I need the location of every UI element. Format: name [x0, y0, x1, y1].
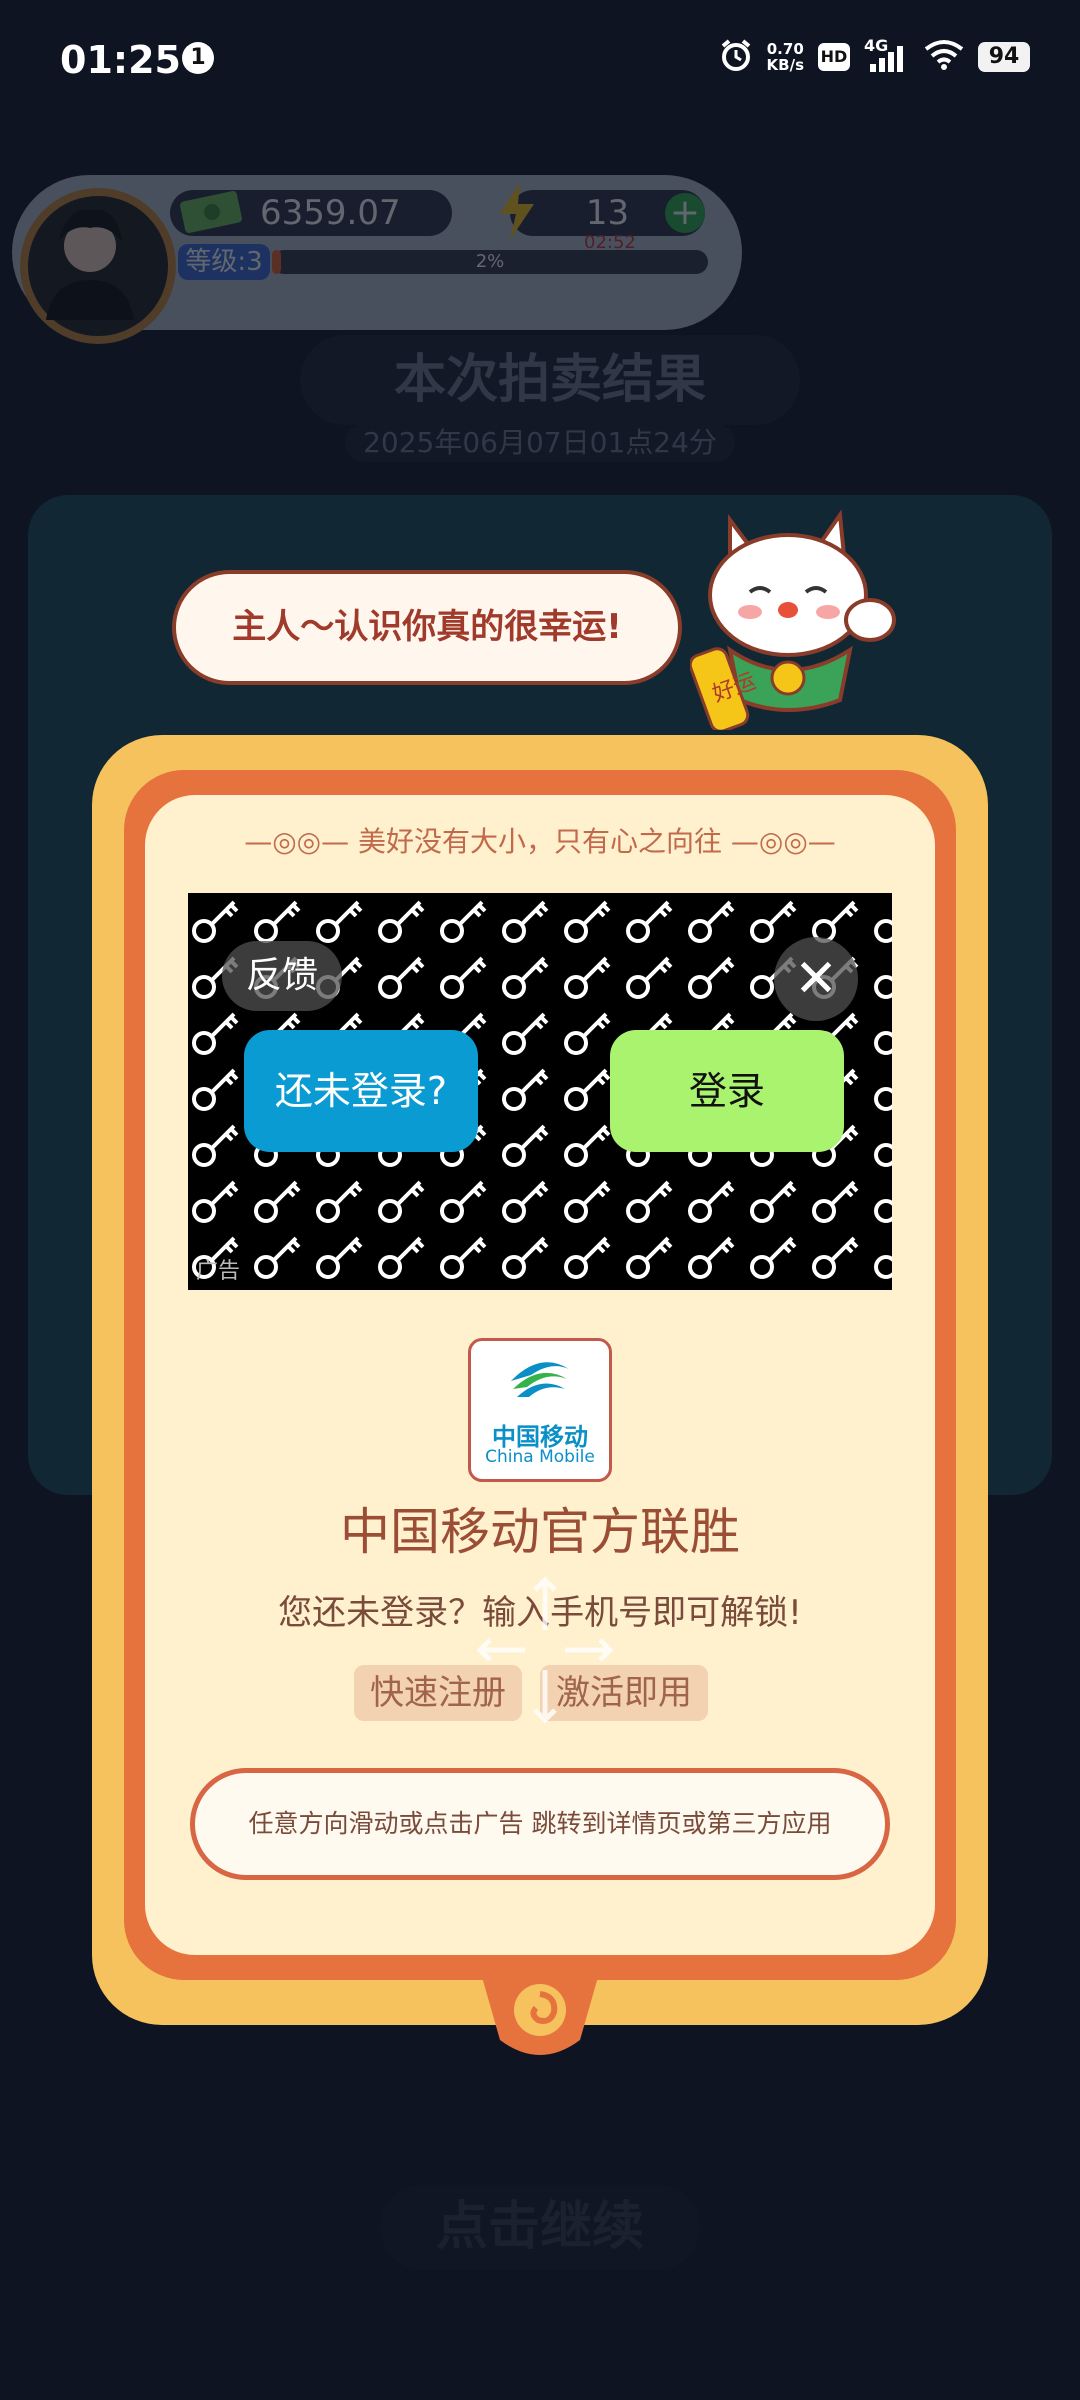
swipe-hint-icon [470, 1570, 620, 1734]
ad-banner[interactable]: 反馈 ✕ 还未登录? 登录 广告 [188, 893, 892, 1290]
cat-speech-bubble: 主人～认识你真的很幸运! [172, 570, 682, 685]
swirl-ornament-icon [480, 1960, 600, 2070]
china-mobile-logo: 中国移动 China Mobile [468, 1338, 612, 1482]
status-time: 01:25 [60, 38, 181, 82]
energy-value: 13 [585, 193, 630, 233]
level-progress-fill [272, 250, 281, 274]
not-logged-in-button[interactable]: 还未登录? [244, 1030, 478, 1152]
status-bar: 01:25 1 0.70 KB/s HD 4G 94 [0, 0, 1080, 120]
battery-icon: 94 [978, 42, 1030, 72]
ad-label: 广告 [196, 1259, 241, 1284]
ad-feedback-button[interactable]: 反馈 [222, 941, 342, 1011]
lightning-icon [494, 180, 540, 246]
auction-date: 2025年06月07日01点24分 [345, 424, 735, 462]
ad-close-button[interactable]: ✕ [774, 937, 858, 1021]
lucky-cat-icon: 好运 [688, 500, 910, 733]
alarm-icon [719, 38, 753, 76]
china-mobile-icon [511, 1362, 569, 1397]
ad-cta-button[interactable]: 任意方向滑动或点击广告 跳转到详情页或第三方应用 [190, 1768, 890, 1880]
logo-en: China Mobile [485, 1447, 595, 1467]
tagline-text: 美好没有大小，只有心之向往 [357, 825, 722, 858]
status-icons: 0.70 KB/s HD 4G 94 [719, 36, 1030, 76]
brand-title: 中国移动官方联胜 [340, 1503, 740, 1561]
hd-icon: HD [818, 43, 850, 71]
continue-button[interactable]: 点击继续 [380, 2185, 700, 2270]
auction-result-title: 本次拍卖结果 [300, 335, 800, 425]
card-tagline: —◎◎— 美好没有大小，只有心之向往 —◎◎— [145, 820, 935, 860]
signal-icon: 4G [864, 36, 910, 74]
level-progress-bar: 2% [272, 250, 708, 274]
decor-left-icon: —◎◎— [244, 825, 358, 858]
login-button[interactable]: 登录 [610, 1030, 844, 1152]
cash-icon [178, 182, 248, 242]
add-energy-button[interactable]: + [665, 193, 705, 233]
money-value: 6359.07 [260, 193, 401, 233]
notification-badge: 1 [182, 42, 214, 74]
decor-right-icon: —◎◎— [722, 825, 836, 858]
level-progress-label: 2% [475, 251, 505, 272]
net-speed: 0.70 KB/s [767, 41, 804, 73]
level-badge: 等级:3 [178, 244, 270, 280]
net-speed-unit: KB/s [766, 56, 804, 74]
avatar[interactable] [20, 188, 176, 344]
wifi-icon [924, 39, 964, 75]
net-speed-value: 0.70 [766, 40, 804, 58]
